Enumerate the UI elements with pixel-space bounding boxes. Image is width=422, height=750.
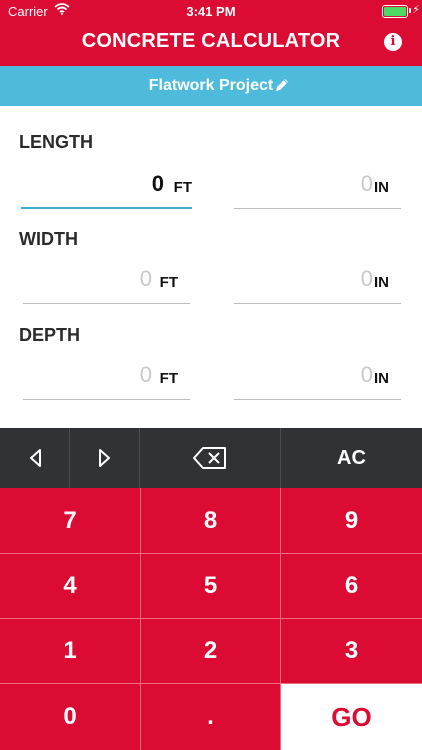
width-inches-underline — [234, 303, 401, 304]
charging-bolt-icon: ⚡ — [412, 4, 420, 16]
battery-tip — [409, 8, 411, 13]
length-feet-underline — [21, 207, 192, 209]
cursor-right-button[interactable] — [70, 428, 140, 488]
width-feet-value: 0 — [139, 266, 152, 291]
length-inches-field[interactable]: 0 IN — [234, 169, 401, 209]
depth-label: DEPTH — [19, 325, 81, 345]
status-time: 3:41 PM — [186, 4, 236, 19]
length-inches-unit: IN — [374, 179, 389, 196]
length-inches-underline — [234, 208, 401, 209]
project-bar[interactable]: Flatwork Project — [0, 66, 422, 106]
width-feet-underline — [23, 303, 190, 304]
length-feet-unit: FT — [173, 179, 192, 196]
cursor-left-button[interactable] — [0, 428, 70, 488]
width-inches-value: 0 — [360, 266, 373, 291]
app-header: Carrier 3:41 PM ⚡ CONCRETE CALCULATOR i — [0, 0, 422, 66]
chevron-left-icon — [29, 449, 41, 467]
length-label: LENGTH — [19, 132, 93, 152]
depth-feet-value: 0 — [139, 362, 152, 387]
key-8[interactable]: 8 — [141, 488, 281, 554]
depth-feet-field[interactable]: 0 FT — [23, 360, 190, 400]
width-feet-unit: FT — [159, 274, 178, 291]
number-keypad: AC 7 8 9 4 5 6 1 2 3 0 . GO — [0, 428, 422, 750]
key-5[interactable]: 5 — [141, 554, 281, 619]
width-inches-field[interactable]: 0 IN — [234, 264, 401, 304]
width-feet-field[interactable]: 0 FT — [23, 264, 190, 304]
depth-inches-value: 0 — [360, 362, 373, 387]
length-inches-value: 0 — [360, 171, 373, 196]
depth-feet-unit: FT — [159, 370, 178, 387]
width-label: WIDTH — [19, 229, 78, 249]
key-6[interactable]: 6 — [281, 554, 422, 619]
key-9[interactable]: 9 — [281, 488, 422, 554]
key-0[interactable]: 0 — [0, 684, 141, 750]
depth-inches-underline — [234, 399, 401, 400]
key-7[interactable]: 7 — [0, 488, 141, 554]
depth-inches-unit: IN — [374, 370, 389, 387]
depth-feet-underline — [23, 399, 190, 400]
length-feet-field[interactable]: 0 FT — [21, 169, 192, 209]
go-button[interactable]: GO — [281, 684, 422, 750]
key-2[interactable]: 2 — [141, 619, 281, 684]
length-feet-value: 0 — [151, 171, 164, 196]
backspace-icon — [193, 447, 226, 469]
depth-inches-field[interactable]: 0 IN — [234, 360, 401, 400]
key-1[interactable]: 1 — [0, 619, 141, 684]
project-name: Flatwork Project — [148, 77, 274, 94]
width-inches-unit: IN — [374, 274, 389, 291]
page-title: CONCRETE CALCULATOR — [81, 30, 341, 52]
chevron-right-icon — [98, 449, 110, 467]
key-3[interactable]: 3 — [281, 619, 422, 684]
status-bar: Carrier 3:41 PM ⚡ — [0, 0, 422, 22]
clear-button[interactable]: AC — [281, 428, 422, 488]
pencil-icon[interactable] — [274, 77, 290, 98]
battery-icon — [382, 5, 408, 18]
key-4[interactable]: 4 — [0, 554, 141, 619]
info-icon[interactable]: i — [384, 33, 402, 51]
backspace-button[interactable] — [140, 428, 281, 488]
key-decimal[interactable]: . — [141, 684, 281, 750]
